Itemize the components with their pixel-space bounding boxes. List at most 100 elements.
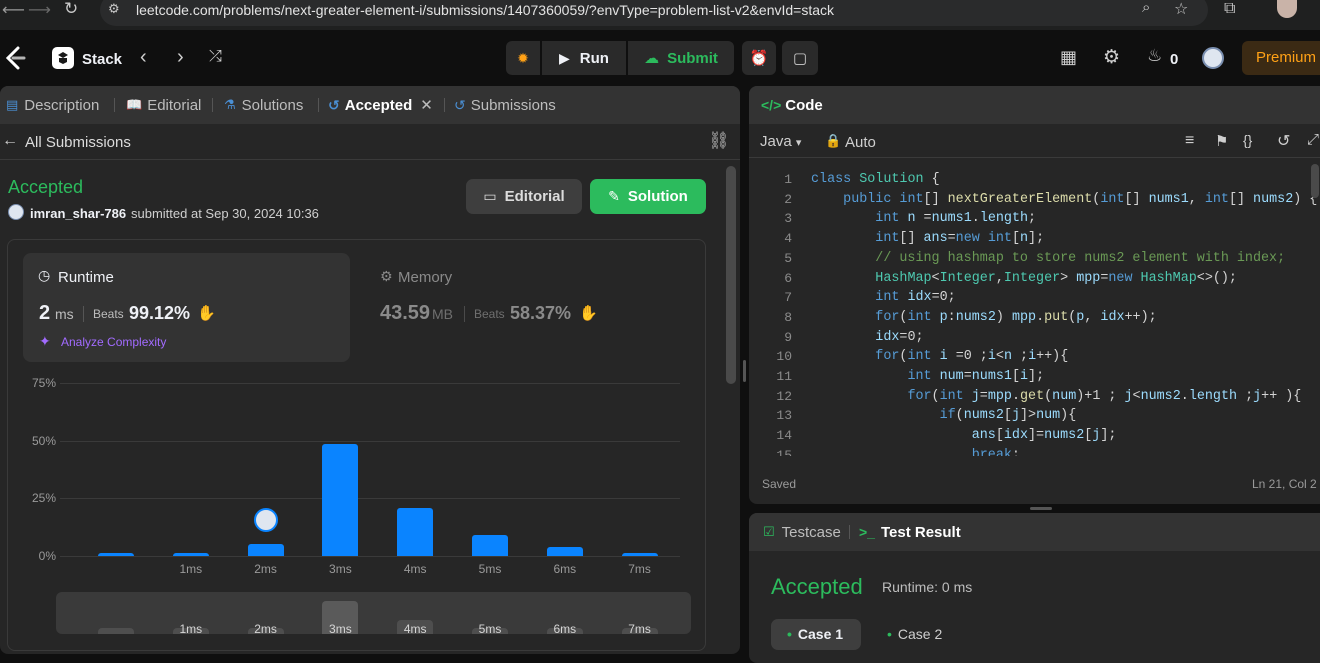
- tab-submissions[interactable]: ↺ Submissions: [454, 86, 556, 124]
- bookmark-icon[interactable]: ⚑: [1215, 132, 1228, 150]
- tab-solutions[interactable]: ⚗ Solutions: [224, 86, 303, 124]
- code-line[interactable]: idx=0;: [811, 328, 923, 348]
- tab-code[interactable]: </> Code: [761, 86, 823, 124]
- runtime-beats-label: Beats: [93, 307, 124, 321]
- address-bar[interactable]: ⚙ leetcode.com/problems/next-greater-ele…: [100, 0, 1208, 26]
- chart-gridline: [60, 556, 680, 557]
- tab-description[interactable]: ▤ Description: [6, 86, 99, 124]
- code-line[interactable]: ans[idx]=nums2[j];: [811, 426, 1117, 446]
- runtime-card[interactable]: ◷ Runtime 2 ms Beats 99.12% ✋ ✦ Analyze …: [23, 253, 350, 362]
- editorial-button[interactable]: ▭ Editorial: [466, 179, 582, 214]
- submit-button[interactable]: ☁ Submit: [628, 41, 734, 75]
- chart-bar[interactable]: [397, 507, 434, 556]
- shuffle-icon[interactable]: ⤮: [209, 48, 222, 66]
- code-editor[interactable]: 1 class Solution {2 public int[] nextGrea…: [749, 168, 1320, 456]
- code-line[interactable]: for(int p:nums2) mpp.put(p, idx++);: [811, 308, 1156, 328]
- streak-flame-icon[interactable]: ♨: [1147, 46, 1162, 66]
- panel-resize-handle[interactable]: [743, 360, 746, 382]
- code-line[interactable]: int n =nums1.length;: [811, 209, 1036, 229]
- site-info-icon[interactable]: ⚙: [108, 1, 120, 17]
- chart-bar[interactable]: [621, 552, 658, 556]
- expand-icon[interactable]: ⤢: [1307, 131, 1319, 148]
- submission-status: Accepted: [8, 177, 84, 197]
- chart-bar[interactable]: [472, 535, 508, 556]
- share-link-icon[interactable]: ⛓: [708, 131, 730, 151]
- timer-button[interactable]: ⏰: [742, 41, 776, 75]
- x-tick-label: 7ms: [628, 562, 651, 576]
- tab-test-result[interactable]: >_ Test Result: [859, 513, 961, 551]
- code-line[interactable]: break;: [811, 446, 1020, 456]
- prev-problem-icon[interactable]: ‹: [140, 46, 147, 69]
- runtime-title: Runtime: [58, 269, 114, 286]
- code-line[interactable]: // using hashmap to store nums2 element …: [811, 249, 1285, 269]
- x-tick-label: 3ms: [329, 562, 352, 576]
- case-1-button[interactable]: • Case 1: [771, 619, 861, 650]
- chart-bar[interactable]: [247, 544, 284, 556]
- premium-button[interactable]: Premium: [1242, 41, 1320, 75]
- reload-icon[interactable]: ↻: [64, 0, 78, 19]
- code-tab-bar: </> Code: [749, 86, 1320, 124]
- code-line[interactable]: HashMap<Integer,Integer> mpp=new HashMap…: [811, 269, 1237, 289]
- url-text[interactable]: leetcode.com/problems/next-greater-eleme…: [136, 2, 834, 18]
- x-tick-label: 4ms: [403, 562, 427, 576]
- zoom-icon[interactable]: ⌕: [1142, 0, 1150, 16]
- notes-button[interactable]: ▢: [782, 41, 818, 75]
- code-line[interactable]: int[] ans=new int[n];: [811, 229, 1044, 249]
- chip-icon: ⚙: [380, 268, 393, 284]
- code-line[interactable]: if(nums2[j]>num){: [811, 406, 1077, 426]
- line-number: 12: [776, 388, 792, 404]
- extensions-icon[interactable]: ⧉: [1224, 0, 1235, 18]
- chart-minimap[interactable]: 1ms 2ms 3ms 4ms 5ms 6ms 7ms: [56, 592, 691, 636]
- problem-list-title[interactable]: Stack: [82, 51, 122, 68]
- user-avatar[interactable]: [1202, 47, 1224, 69]
- format-icon[interactable]: ≡: [1185, 132, 1194, 150]
- tab-accepted-label: Accepted: [344, 96, 413, 114]
- close-tab-icon[interactable]: ✕: [420, 96, 433, 114]
- case-2-button[interactable]: • Case 2: [873, 619, 963, 650]
- edit-pencil-icon: ✎: [608, 188, 620, 204]
- code-scrollbar[interactable]: [1311, 164, 1319, 198]
- code-line[interactable]: public int[] nextGreaterElement(int[] nu…: [811, 190, 1317, 210]
- code-line[interactable]: int num=nums1[i];: [811, 367, 1044, 387]
- chart-bar[interactable]: [172, 552, 209, 556]
- code-line[interactable]: int idx=0;: [811, 288, 955, 308]
- all-submissions-link[interactable]: ← All Submissions ⛓: [0, 124, 740, 160]
- debug-button[interactable]: ✹: [506, 41, 540, 75]
- bookmark-star-icon[interactable]: ☆: [1174, 0, 1188, 19]
- tab-testcase[interactable]: ☑ Testcase: [763, 513, 841, 551]
- chart-bar[interactable]: [546, 546, 583, 556]
- chart-bar[interactable]: [322, 444, 359, 556]
- tab-code-label: Code: [785, 96, 823, 114]
- run-button[interactable]: ▶ Run: [542, 41, 626, 75]
- memory-card[interactable]: ⚙ Memory 43.59 MB Beats 58.37% ✋: [370, 253, 700, 362]
- code-line[interactable]: for(int j=mpp.get(num)+1 ; j<nums2.lengt…: [811, 387, 1301, 407]
- solution-button[interactable]: ✎ Solution: [590, 179, 706, 214]
- mode-label[interactable]: Auto: [845, 134, 876, 151]
- next-problem-icon[interactable]: ›: [177, 46, 184, 69]
- reset-icon[interactable]: ↺: [1277, 131, 1290, 151]
- leetcode-logo-icon[interactable]: [4, 46, 26, 70]
- analyze-complexity-link[interactable]: Analyze Complexity: [61, 335, 166, 349]
- left-panel-scrollbar[interactable]: [726, 166, 736, 384]
- user-position-avatar: [253, 508, 278, 533]
- code-line[interactable]: class Solution {: [811, 170, 940, 190]
- braces-icon[interactable]: {}: [1243, 132, 1252, 148]
- language-select[interactable]: Java ▾: [760, 133, 801, 150]
- layout-grid-icon[interactable]: ▦: [1060, 47, 1077, 68]
- tab-divider: [849, 525, 850, 539]
- profile-avatar[interactable]: [1277, 0, 1297, 18]
- submitter-username[interactable]: imran_shar-786: [30, 206, 126, 221]
- line-number: 15: [776, 447, 792, 456]
- code-line[interactable]: for(int i =0 ;i<n ;i++){: [811, 347, 1068, 367]
- runtime-unit: ms: [55, 306, 74, 322]
- pass-dot-icon: •: [787, 626, 792, 642]
- back-arrow-icon[interactable]: ⟵: [2, 0, 25, 20]
- chart-bar[interactable]: [98, 552, 134, 556]
- forward-arrow-icon[interactable]: ⟶: [28, 0, 51, 20]
- horizontal-resize-handle[interactable]: [1030, 507, 1052, 510]
- tab-editorial[interactable]: 📖 Editorial: [126, 86, 201, 124]
- settings-gear-icon[interactable]: ⚙: [1103, 46, 1120, 69]
- submitter-avatar: [8, 204, 24, 220]
- tab-accepted[interactable]: ↺ Accepted ✕: [328, 86, 433, 124]
- list-icon[interactable]: [52, 47, 74, 69]
